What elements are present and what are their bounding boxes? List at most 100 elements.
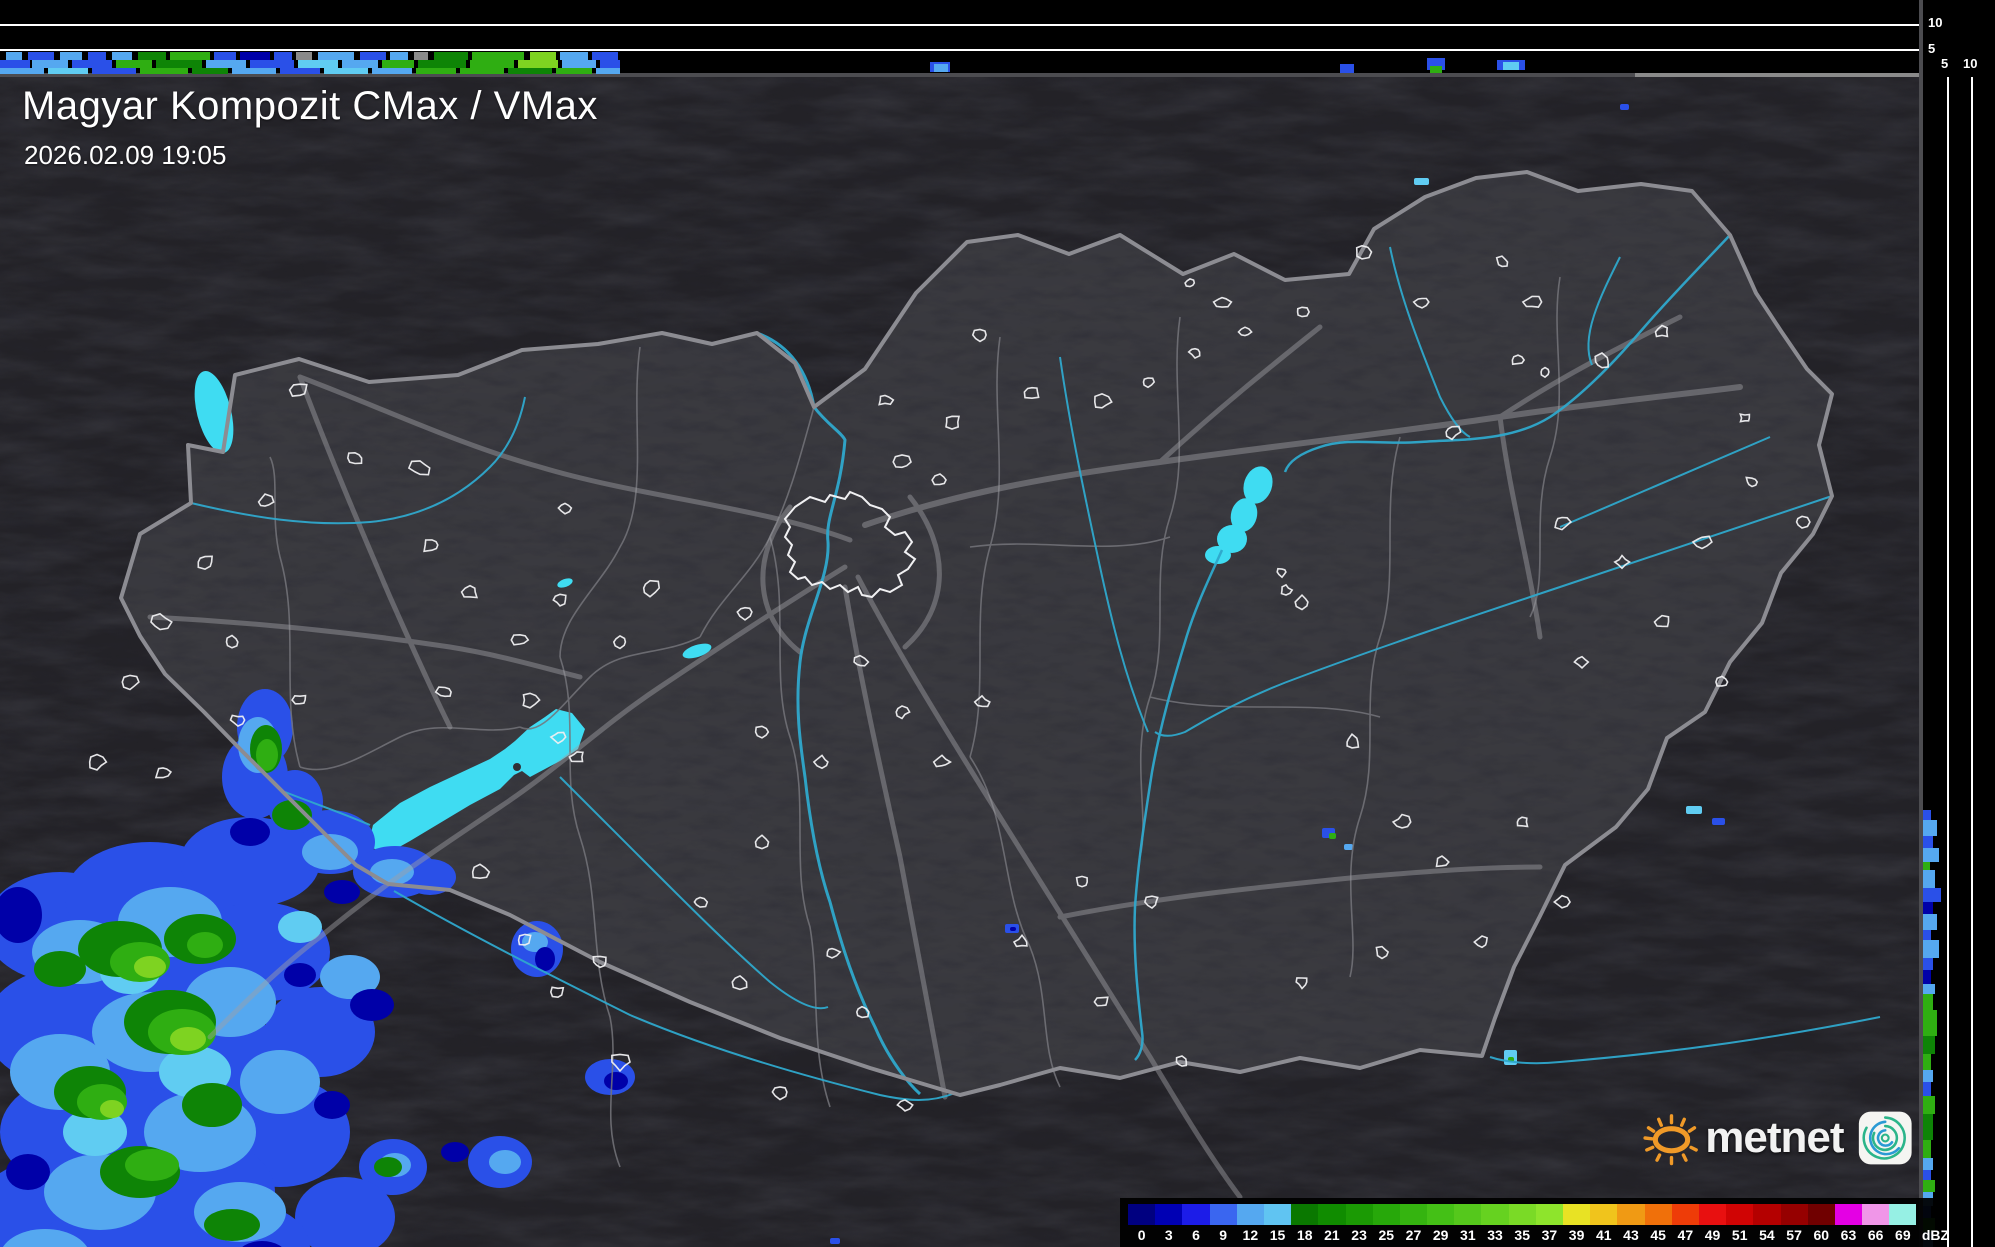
top-strip-echo [934,64,948,72]
legend-cell-69dbz [1889,1204,1916,1225]
legend-cell-39dbz [1563,1204,1590,1225]
right-strip-echo [1923,836,1933,848]
axis-label-5km: 5 [1928,42,1935,55]
top-strip-echo [32,60,68,68]
top-strip-echo [416,68,456,74]
legend-cell-37dbz [1536,1204,1563,1225]
right-strip-echo [1923,1070,1933,1082]
legend-cell-49dbz [1699,1204,1726,1225]
legend-cell-35dbz [1509,1204,1536,1225]
legend-cell-18dbz [1291,1204,1318,1225]
right-strip-echo [1923,1036,1935,1054]
right-strip-echo [1923,848,1939,862]
legend-cell-15dbz [1264,1204,1291,1225]
legend-label: 31 [1454,1227,1481,1244]
legend-label: 27 [1400,1227,1427,1244]
legend-label: 25 [1373,1227,1400,1244]
legend-cell-54dbz [1753,1204,1780,1225]
top-strip-echo [250,60,294,68]
top-strip-echo [116,60,152,68]
legend-cell-51dbz [1726,1204,1753,1225]
top-strip-echo [592,52,618,60]
legend-cell-45dbz [1645,1204,1672,1225]
top-strip-echo [296,52,312,60]
top-strip-echo [112,52,132,60]
top-strip-echo [460,68,504,74]
dbz-color-legend: 0369121518212325272931333537394143454749… [1120,1198,1936,1247]
top-strip-echo [156,60,202,68]
legend-cell-29dbz [1427,1204,1454,1225]
top-strip-gridline-10km [0,24,1919,26]
legend-label: 15 [1264,1227,1291,1244]
legend-cell-27dbz [1400,1204,1427,1225]
top-strip-echo [342,60,378,68]
right-strip-echo [1923,1010,1937,1036]
top-strip-echo [28,52,54,60]
right-strip-echo [1923,810,1931,820]
legend-cell-33dbz [1481,1204,1508,1225]
top-strip-echo [434,52,468,60]
right-strip-echo [1923,994,1933,1010]
top-strip-echo [60,52,82,60]
top-strip-echo [470,60,514,68]
legend-label: 63 [1835,1227,1862,1244]
right-strip-echo [1923,1054,1931,1070]
top-strip-echo [562,60,596,68]
radar-app-screen: { "header": { "title": "Magyar Kompozit … [0,0,1995,1247]
right-strip-echo [1923,888,1941,902]
legend-label: 9 [1210,1227,1237,1244]
right-strip-echo [1923,902,1933,914]
top-strip-echo [0,60,30,68]
right-strip-echo [1923,984,1935,994]
right-strip-echo [1923,1140,1931,1158]
timestamp: 2026.02.09 19:05 [24,140,226,171]
axis-label-10km: 10 [1928,16,1942,29]
legend-label: 41 [1590,1227,1617,1244]
top-strip-echo [138,52,166,60]
metnet-logo: metnet [1640,1098,1912,1178]
axis-corner-box [1923,0,1995,77]
top-strip-echo [0,68,44,74]
legend-label: 12 [1237,1227,1264,1244]
legend-color-cells [1128,1204,1916,1225]
top-strip-echo [418,60,466,68]
legend-label: 66 [1862,1227,1889,1244]
hungary-map [0,77,1919,1247]
top-strip-echo [560,52,588,60]
top-strip-echo [6,52,22,60]
legend-label: 45 [1645,1227,1672,1244]
top-strip-echo [530,52,556,60]
top-strip-echo [518,60,558,68]
top-strip-echo [1430,66,1442,73]
legend-cell-60dbz [1808,1204,1835,1225]
legend-label: 29 [1427,1227,1454,1244]
legend-label: 49 [1699,1227,1726,1244]
right-strip-echo [1923,1180,1935,1192]
legend-cell-23dbz [1346,1204,1373,1225]
right-strip-echo [1923,1114,1933,1140]
right-strip-echo [1923,820,1937,836]
top-strip-echo [600,60,620,68]
right-strip-echo [1923,1082,1931,1096]
page-title: Magyar Kompozit CMax / VMax [22,84,598,129]
top-strip-echo [88,52,106,60]
legend-label: 0 [1128,1227,1155,1244]
legend-cell-25dbz [1373,1204,1400,1225]
top-strip-echo [232,68,276,74]
legend-cell-21dbz [1318,1204,1345,1225]
top-strip-echo [372,68,412,74]
legend-cell-12dbz [1237,1204,1264,1225]
legend-cell-41dbz [1590,1204,1617,1225]
right-strip-gridline-10km [1971,77,1973,1247]
top-strip-echo [414,52,428,60]
legend-cell-47dbz [1672,1204,1699,1225]
top-strip-echo [206,60,246,68]
right-strip-gridline-5km [1947,77,1949,1247]
legend-label: 18 [1291,1227,1318,1244]
top-strip-echo [214,52,236,60]
top-strip-echo [92,68,136,74]
legend-cell-43dbz [1617,1204,1644,1225]
right-strip-echo [1923,970,1931,984]
legend-label: 60 [1808,1227,1835,1244]
legend-cell-9dbz [1210,1204,1237,1225]
